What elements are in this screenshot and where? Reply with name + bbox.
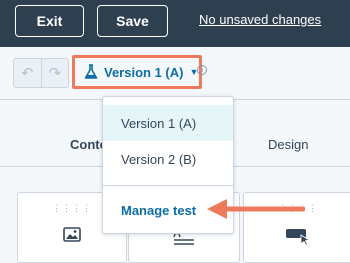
- flask-icon: [84, 64, 98, 80]
- dropdown-item-version-2[interactable]: Version 2 (B): [103, 141, 233, 177]
- info-icon[interactable]: i: [197, 65, 207, 75]
- redo-icon[interactable]: ↷: [40, 59, 69, 87]
- exit-button[interactable]: Exit: [15, 5, 84, 37]
- undo-icon[interactable]: ↶: [14, 59, 41, 87]
- editor-toolbar: ↶ ↷ Version 1 (A) ▼ i: [0, 47, 350, 100]
- version-label: Version 1 (A): [104, 64, 184, 80]
- button-cursor-icon: [285, 227, 311, 249]
- annotation-arrow-icon: [207, 199, 305, 219]
- save-button[interactable]: Save: [97, 5, 168, 37]
- dropdown-divider: [103, 185, 233, 186]
- unsaved-changes-link[interactable]: No unsaved changes: [199, 12, 321, 27]
- dropdown-item-version-1[interactable]: Version 1 (A): [103, 105, 233, 141]
- top-header-bar: Exit Save No unsaved changes: [0, 0, 350, 47]
- manage-test-link[interactable]: Manage test: [121, 203, 196, 218]
- tab-design[interactable]: Design: [268, 137, 308, 152]
- image-icon: [63, 227, 81, 246]
- drag-handle-icon[interactable]: ⋮⋮⋮⋮: [52, 203, 92, 214]
- undo-redo-group: ↶ ↷: [13, 58, 69, 88]
- version-selector-button[interactable]: Version 1 (A) ▼: [72, 55, 202, 89]
